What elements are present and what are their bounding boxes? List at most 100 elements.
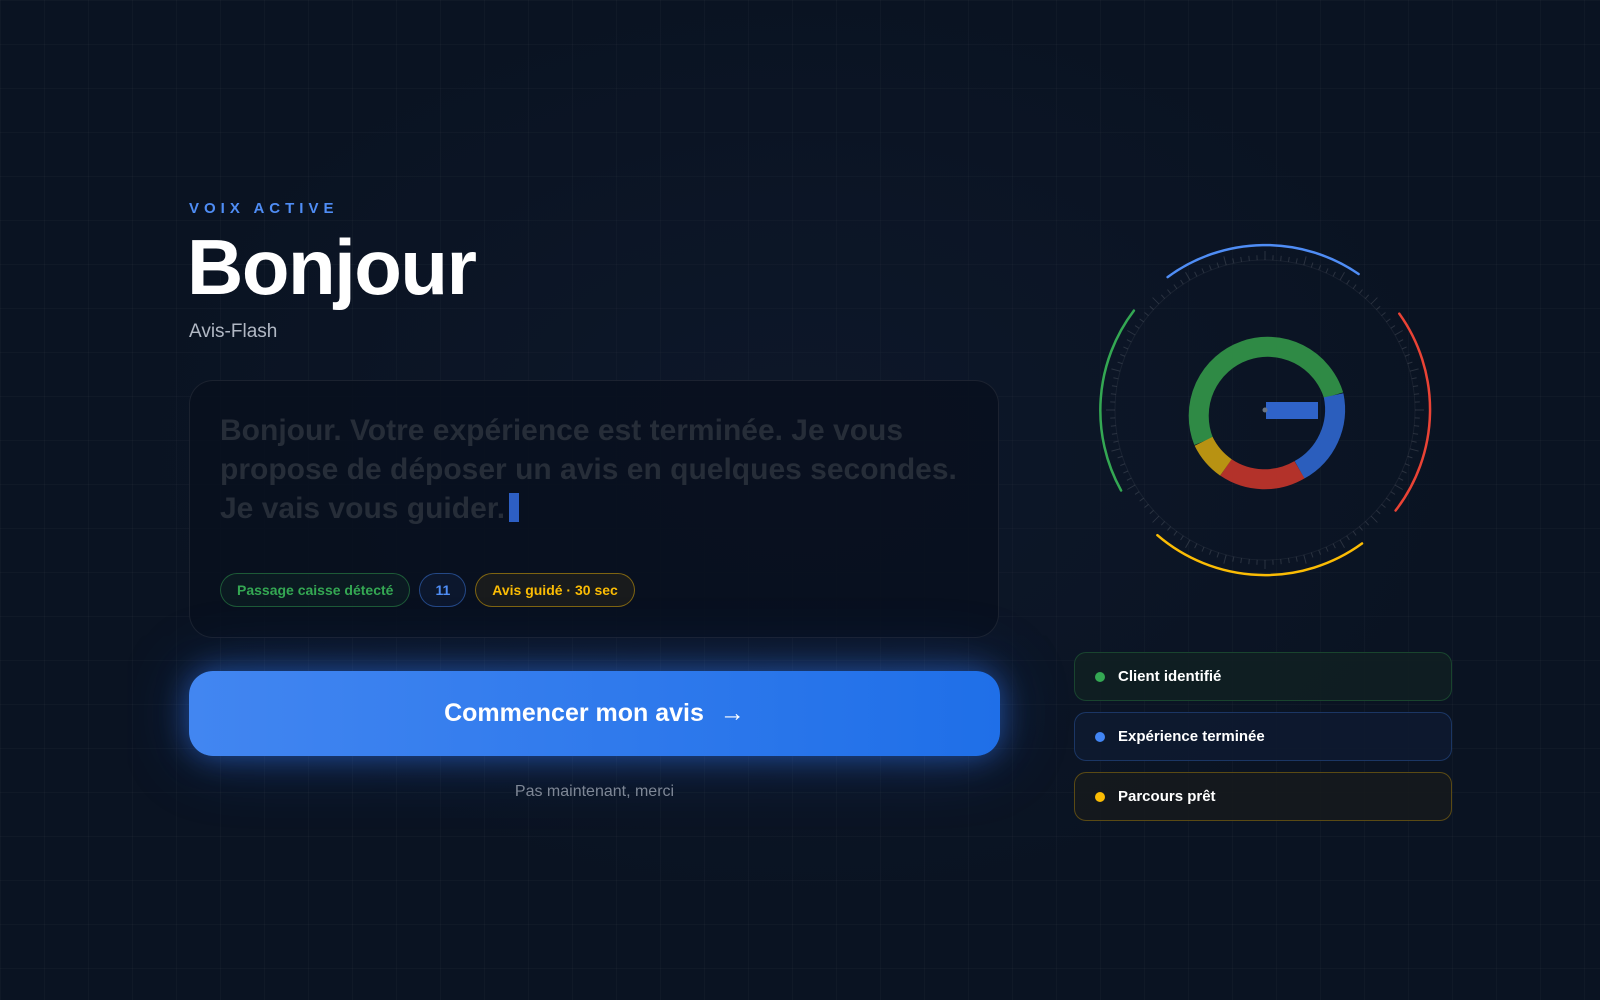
tick-mark [1139,497,1144,502]
voice-review-screen: VOIX ACTIVE Bonjour Avis-Flash Bonjour. … [0,0,1600,1000]
tick-mark [1287,256,1290,262]
tick-mark [1111,368,1121,372]
not-now-link[interactable]: Pas maintenant, merci [189,783,1000,801]
tick-mark [1232,258,1235,264]
tick-mark [1310,262,1314,268]
tick-mark [1407,455,1413,459]
tick-mark [1194,543,1198,549]
tick-mark [1295,258,1298,264]
start-review-button[interactable]: Commencer mon avis → [189,671,1000,756]
tick-mark [1173,284,1178,289]
tick-mark [1332,271,1336,277]
tick-mark [1185,539,1191,548]
chip-row: Passage caisse détecté 11 Avis guidé · 3… [220,573,635,607]
tick-mark [1208,265,1212,271]
status-client-identified: Client identifié [1074,652,1452,701]
tick-mark [1352,531,1357,536]
tick-mark [1240,558,1243,564]
tick-mark [1160,521,1166,526]
app-name: Avis-Flash [189,321,278,342]
page-title: Bonjour [187,223,477,311]
tick-mark [1386,497,1391,502]
tick-mark [1216,552,1220,558]
tick-mark [1248,559,1250,565]
start-review-label: Commencer mon avis [444,699,704,727]
count-chip: 11 [419,573,467,607]
tick-mark [1173,531,1178,536]
tick-mark [1414,425,1420,427]
tick-mark [1407,361,1413,365]
voice-visualizer [1099,243,1432,577]
tick-mark [1413,432,1419,435]
tick-mark [1310,552,1314,558]
tick-mark [1201,546,1205,552]
tick-mark [1113,377,1119,380]
tick-mark [1287,558,1290,564]
tick-mark [1280,255,1282,261]
tick-mark [1364,294,1370,299]
tick-mark [1401,346,1407,350]
tick-mark [1127,330,1136,336]
level-indicator-bar [1266,402,1318,419]
tick-mark [1223,554,1227,564]
tick-mark [1208,549,1212,555]
tick-mark [1295,556,1298,562]
tick-mark [1120,353,1126,357]
tick-mark [1149,509,1154,515]
transcript-card: Bonjour. Votre expérience est terminée. … [189,380,999,638]
tick-mark [1339,539,1345,548]
tick-mark [1134,325,1140,329]
text-cursor [509,493,520,522]
ring-segment-red [1220,458,1305,490]
tick-mark [1126,339,1132,343]
tick-mark [1398,477,1404,481]
tick-mark [1144,504,1149,508]
tick-mark [1167,289,1171,294]
tick-mark [1117,361,1123,365]
tick-mark [1398,339,1404,343]
tick-mark [1370,297,1378,305]
tick-mark [1111,432,1117,435]
status-dot-blue [1095,731,1105,742]
tick-mark [1364,521,1370,526]
tick-mark [1376,305,1381,311]
tick-mark [1111,385,1117,388]
tick-mark [1123,470,1129,474]
tick-mark [1381,312,1386,316]
tick-mark [1152,515,1160,523]
tick-mark [1411,377,1417,380]
tick-mark [1401,470,1407,474]
status-label: Client identifié [1118,668,1222,685]
tick-mark [1404,353,1410,357]
tick-mark [1216,262,1220,268]
tick-mark [1414,393,1420,395]
transcript-text: Bonjour. Votre expérience est terminée. … [220,414,957,525]
tick-mark [1318,549,1322,555]
tick-mark [1359,289,1363,294]
tick-mark [1409,448,1419,452]
ring-segment-yellow [1194,436,1232,476]
outer-arc-green [1099,309,1136,492]
center-dot [1262,407,1268,413]
tick-mark [1303,554,1307,564]
tick-mark [1185,272,1191,281]
arrow-right-icon: → [719,699,745,727]
tick-mark [1339,272,1345,281]
tick-mark [1325,546,1329,552]
tick-mark [1113,440,1119,443]
tick-mark [1394,330,1403,336]
tick-mark [1376,509,1381,515]
tick-mark [1223,256,1227,266]
tick-mark [1120,463,1126,467]
tick-mark [1232,556,1235,562]
tick-mark [1386,318,1391,323]
tick-mark [1139,318,1144,323]
outer-arc-blue [1166,243,1360,279]
status-dot-green [1095,671,1105,682]
tick-mark [1318,265,1322,271]
status-label: Expérience terminée [1118,728,1265,745]
status-experience-finished: Expérience terminée [1074,712,1452,761]
tick-mark [1303,256,1307,266]
tick-mark [1123,346,1129,350]
checkout-detected-chip: Passage caisse détecté [220,573,411,607]
